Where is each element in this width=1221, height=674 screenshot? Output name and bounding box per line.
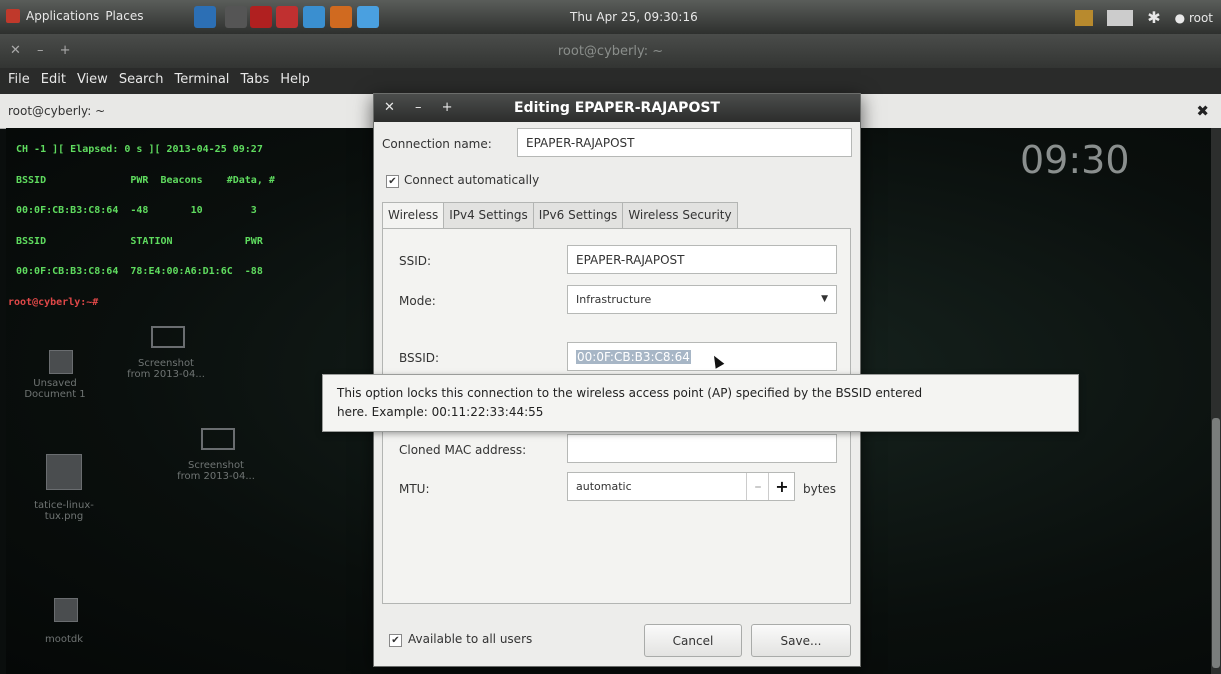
cancel-button[interactable]: Cancel [644, 624, 742, 657]
available-to-all-users-checkbox[interactable]: ✔ [389, 634, 402, 647]
decrement-button[interactable]: – [746, 473, 769, 500]
mtu-unit-label: bytes [803, 482, 837, 496]
document-icon[interactable] [49, 350, 73, 374]
increment-button[interactable]: + [768, 473, 795, 500]
system-tray: ✱ ● root [1075, 8, 1213, 27]
screenshot-icon[interactable] [201, 428, 235, 450]
dialog-title: Editing EPAPER-RAJAPOST [514, 100, 720, 116]
app-launcher-icon[interactable] [276, 6, 298, 28]
kali-menu-icon[interactable] [6, 9, 20, 23]
mode-select-value: Infrastructure [576, 293, 652, 306]
connect-automatically-checkbox[interactable]: ✔ [386, 175, 399, 188]
bssid-label: BSSID: [399, 351, 440, 365]
cloned-mac-input[interactable] [567, 434, 837, 463]
menu-tabs[interactable]: Tabs [240, 72, 269, 87]
browser-launcher-icon[interactable] [330, 6, 352, 28]
bssid-tooltip: This option locks this connection to the… [322, 374, 1079, 432]
terminal-window-title: root@cyberly: ~ [557, 44, 664, 59]
ssid-label: SSID: [399, 254, 432, 268]
system-monitor-widget: 09:30 [970, 128, 1210, 328]
terminal-line: 00:0F:CB:B3:C8:64 78:E4:00:A6:D1:6C -88 [16, 266, 263, 277]
ssid-input[interactable]: EPAPER-RAJAPOST [567, 245, 837, 274]
screenshot-icon[interactable] [151, 326, 185, 348]
bssid-selected-text: 00:0F:CB:B3:C8:64 [576, 349, 691, 364]
tab-wireless-security[interactable]: Wireless Security [622, 202, 738, 229]
mtu-spinbox[interactable]: automatic – + [567, 472, 795, 501]
terminal-tab[interactable]: root@cyberly: ~ [8, 104, 105, 118]
app-launcher-icon[interactable] [250, 6, 272, 28]
menu-terminal[interactable]: Terminal [174, 72, 229, 87]
bluetooth-icon[interactable]: ✱ [1147, 8, 1160, 27]
applications-menu[interactable]: Applications [26, 9, 99, 23]
network-icon[interactable] [1075, 9, 1094, 26]
app-launcher-icon[interactable] [303, 6, 325, 28]
desktop-icon-label: Unsaved Document 1 [24, 378, 86, 400]
mtu-label: MTU: [399, 482, 430, 496]
terminal-line: 00:0F:CB:B3:C8:64 -48 10 3 [16, 205, 257, 216]
panel-menus: Applications Places [6, 9, 143, 23]
menu-help[interactable]: Help [280, 72, 310, 87]
widget-time: 09:30 [1020, 138, 1130, 182]
dialog-titlebar: ✕ – + Editing EPAPER-RAJAPOST [374, 94, 860, 122]
desktop-icon-label: mootdk [44, 634, 84, 645]
connection-name-label: Connection name: [382, 137, 492, 151]
desktop-icon-label: Screenshot from 2013-04... [177, 460, 255, 482]
dialog-tabs: Wireless IPv4 Settings IPv6 Settings Wir… [382, 202, 738, 230]
terminal-scrollbar[interactable] [1211, 128, 1221, 674]
file-manager-launcher-icon[interactable] [194, 6, 216, 28]
terminal-launcher-icon[interactable] [225, 6, 247, 28]
menu-file[interactable]: File [8, 72, 30, 87]
save-button[interactable]: Save... [751, 624, 851, 657]
terminal-menubar: File Edit View Search Terminal Tabs Help [0, 68, 1221, 94]
tab-ipv6-settings[interactable]: IPv6 Settings [532, 202, 624, 229]
tab-wireless[interactable]: Wireless [382, 202, 445, 230]
menu-view[interactable]: View [77, 72, 108, 87]
close-tab-icon[interactable]: ✖ [1196, 102, 1209, 120]
terminal-prompt: root@cyberly:~# [8, 297, 105, 308]
bssid-input[interactable]: 00:0F:CB:B3:C8:64 [567, 342, 837, 371]
menu-edit[interactable]: Edit [41, 72, 66, 87]
user-menu[interactable]: ● root [1175, 11, 1213, 25]
terminal-titlebar: ✕ – + root@cyberly: ~ [0, 34, 1221, 68]
folder-icon[interactable] [54, 598, 78, 622]
panel-clock[interactable]: Thu Apr 25, 09:30:16 [570, 10, 698, 24]
tooltip-line: This option locks this connection to the… [337, 386, 923, 400]
user-name: root [1188, 10, 1213, 25]
connect-automatically-label: Connect automatically [404, 173, 540, 187]
places-menu[interactable]: Places [105, 9, 143, 23]
desktop-icon-label: Screenshot from 2013-04... [127, 358, 205, 380]
volume-icon[interactable] [1107, 9, 1134, 26]
image-file-icon[interactable] [46, 454, 82, 490]
mode-select[interactable]: Infrastructure ▼ [567, 285, 837, 314]
mtu-value: automatic [576, 480, 632, 493]
top-panel: Applications Places Thu Apr 25, 09:30:16… [0, 0, 1221, 34]
tab-ipv4-settings[interactable]: IPv4 Settings [443, 202, 534, 229]
menu-search[interactable]: Search [119, 72, 164, 87]
app-launcher-icon[interactable] [357, 6, 379, 28]
tooltip-line: here. Example: 00:11:22:33:44:55 [337, 405, 544, 419]
terminal-line: BSSID STATION PWR [16, 236, 263, 247]
desktop-icon-label: tatice-linux-tux.png [34, 500, 94, 522]
chevron-down-icon: ▼ [821, 294, 828, 304]
mode-label: Mode: [399, 294, 436, 308]
cloned-mac-label: Cloned MAC address: [399, 443, 527, 457]
connection-name-input[interactable]: EPAPER-RAJAPOST [517, 128, 852, 157]
terminal-line: BSSID PWR Beacons #Data, # [16, 175, 275, 186]
available-to-all-users-label: Available to all users [408, 632, 533, 646]
scrollbar-thumb[interactable] [1212, 418, 1220, 668]
terminal-line: CH -1 ][ Elapsed: 0 s ][ 2013-04-25 09:2… [16, 144, 263, 155]
